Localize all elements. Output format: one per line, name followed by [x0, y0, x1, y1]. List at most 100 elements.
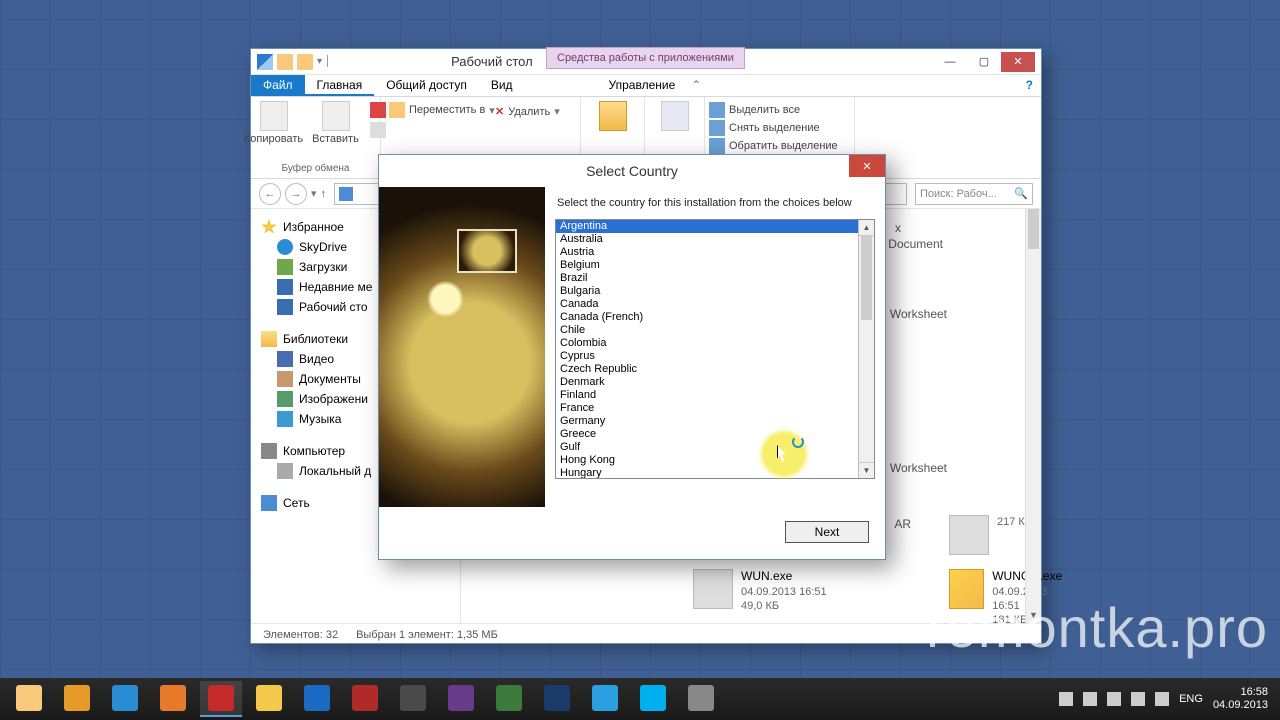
invert-selection-button[interactable]: Обратить выделение — [709, 137, 838, 155]
scroll-thumb[interactable] — [1028, 209, 1039, 249]
taskbar-twitter[interactable] — [584, 681, 626, 717]
tab-file[interactable]: Файл — [251, 75, 305, 96]
next-button[interactable]: Next — [785, 521, 869, 543]
country-option[interactable]: Cyprus — [556, 350, 858, 363]
tray-clock[interactable]: 16:58 04.09.2013 — [1213, 686, 1268, 712]
selection-info: Выбран 1 элемент: 1,35 МБ — [356, 629, 498, 641]
country-option[interactable]: Hong Kong — [556, 454, 858, 467]
minimize-button[interactable]: — — [933, 52, 967, 72]
qat-dropdown-icon[interactable]: ▾ │ — [317, 56, 331, 67]
taskbar[interactable]: ENG 16:58 04.09.2013 — [0, 678, 1280, 720]
country-option[interactable]: Chile — [556, 324, 858, 337]
country-option[interactable]: Gulf — [556, 441, 858, 454]
dialog-titlebar[interactable]: Select Country ✕ — [379, 155, 885, 187]
explorer-icon — [16, 685, 42, 711]
twitter-icon — [592, 685, 618, 711]
copy-button[interactable]: Копировать — [246, 101, 302, 145]
tab-share[interactable]: Общий доступ — [374, 75, 479, 96]
tray-icon[interactable] — [1083, 692, 1097, 706]
list-scrollbar[interactable]: ▲ ▼ — [858, 220, 874, 478]
back-button[interactable]: ← — [259, 183, 281, 205]
dialog-instruction: Select the country for this installation… — [555, 187, 875, 219]
search-box[interactable]: Поиск: Рабоч... 🔍 — [915, 183, 1033, 205]
list-scroll-down-icon[interactable]: ▼ — [859, 462, 874, 478]
tab-home[interactable]: Главная — [305, 75, 375, 96]
country-option[interactable]: Brazil — [556, 272, 858, 285]
photoshop-icon — [544, 685, 570, 711]
taskbar-skype[interactable] — [632, 681, 674, 717]
country-option[interactable]: Canada — [556, 298, 858, 311]
country-option[interactable]: France — [556, 402, 858, 415]
ribbon-tabs: Средства работы с приложениями Файл Глав… — [251, 75, 1041, 97]
tray-icon[interactable] — [1107, 692, 1121, 706]
country-option[interactable]: Belgium — [556, 259, 858, 272]
content-scrollbar[interactable]: ▲ ▼ — [1025, 209, 1041, 623]
country-option[interactable]: Greece — [556, 428, 858, 441]
qat-new-icon[interactable] — [277, 54, 293, 70]
move-to-button[interactable]: Переместить в▾ — [389, 101, 495, 119]
tray-volume-icon[interactable] — [1155, 692, 1169, 706]
tab-view[interactable]: Вид — [479, 75, 525, 96]
taskbar-firefox[interactable] — [152, 681, 194, 717]
select-all-button[interactable]: Выделить все — [709, 101, 800, 119]
country-option[interactable]: Denmark — [556, 376, 858, 389]
country-option[interactable]: Argentina — [556, 220, 858, 233]
dialog-close-button[interactable]: ✕ — [849, 155, 885, 177]
select-none-button[interactable]: Снять выделение — [709, 119, 820, 137]
taskbar-chrome[interactable] — [248, 681, 290, 717]
sublime-icon — [400, 685, 426, 711]
new-folder-button[interactable] — [585, 101, 641, 131]
file-item[interactable]: WUN.exe04.09.2013 16:5149,0 КБ — [693, 569, 827, 613]
skype-icon — [640, 685, 666, 711]
search-icon: 🔍 — [1014, 187, 1028, 200]
history-dropdown-icon[interactable]: ▾ — [311, 187, 317, 200]
up-button[interactable]: ↑ — [321, 188, 327, 200]
taskbar-store[interactable] — [56, 681, 98, 717]
select-country-dialog: Select Country ✕ Select the country for … — [378, 154, 886, 560]
delete-button[interactable]: ✕Удалить▾ — [495, 104, 560, 119]
taskbar-explorer[interactable] — [8, 681, 50, 717]
country-option[interactable]: Czech Republic — [556, 363, 858, 376]
properties-button[interactable] — [647, 101, 703, 131]
list-scroll-thumb[interactable] — [861, 236, 872, 320]
contextual-tab-label: Средства работы с приложениями — [546, 47, 745, 69]
country-option[interactable]: Finland — [556, 389, 858, 402]
system-tray[interactable]: ENG 16:58 04.09.2013 — [1059, 686, 1272, 712]
country-listbox[interactable]: ArgentinaAustraliaAustriaBelgiumBrazilBu… — [555, 219, 875, 479]
country-option[interactable]: Canada (French) — [556, 311, 858, 324]
tray-network-icon[interactable] — [1131, 692, 1145, 706]
taskbar-python[interactable] — [488, 681, 530, 717]
qat-folder-icon[interactable] — [297, 54, 313, 70]
paste-button[interactable]: Вставить — [308, 101, 364, 145]
dialog-title: Select Country — [586, 163, 678, 179]
taskbar-ie[interactable] — [104, 681, 146, 717]
tab-manage[interactable]: Управление — [597, 75, 688, 96]
tray-language[interactable]: ENG — [1179, 693, 1203, 705]
country-option[interactable]: Germany — [556, 415, 858, 428]
dialog-image-thumbnail — [457, 229, 517, 273]
item-count: Элементов: 32 — [263, 629, 338, 641]
chrome-icon — [256, 685, 282, 711]
watermark: remontka.pro — [926, 595, 1268, 660]
ie-icon — [112, 685, 138, 711]
taskbar-sublime[interactable] — [392, 681, 434, 717]
country-option[interactable]: Bulgaria — [556, 285, 858, 298]
maximize-button[interactable]: ▢ — [967, 52, 1001, 72]
file-item[interactable]: 217 КБ — [949, 515, 1032, 555]
taskbar-outlook[interactable] — [296, 681, 338, 717]
country-option[interactable]: Australia — [556, 233, 858, 246]
taskbar-filezilla[interactable] — [344, 681, 386, 717]
tray-icon[interactable] — [1059, 692, 1073, 706]
taskbar-utorrent[interactable] — [440, 681, 482, 717]
taskbar-photoshop[interactable] — [536, 681, 578, 717]
help-icon[interactable]: ? — [1018, 75, 1041, 96]
country-option[interactable]: Austria — [556, 246, 858, 259]
country-option[interactable]: Colombia — [556, 337, 858, 350]
taskbar-opera[interactable] — [200, 681, 242, 717]
close-button[interactable]: ✕ — [1001, 52, 1035, 72]
list-scroll-up-icon[interactable]: ▲ — [859, 220, 874, 236]
taskbar-installer[interactable] — [680, 681, 722, 717]
country-option[interactable]: Hungary — [556, 467, 858, 478]
ribbon-collapse-icon[interactable]: ⌃ — [687, 75, 705, 96]
forward-button[interactable]: → — [285, 183, 307, 205]
